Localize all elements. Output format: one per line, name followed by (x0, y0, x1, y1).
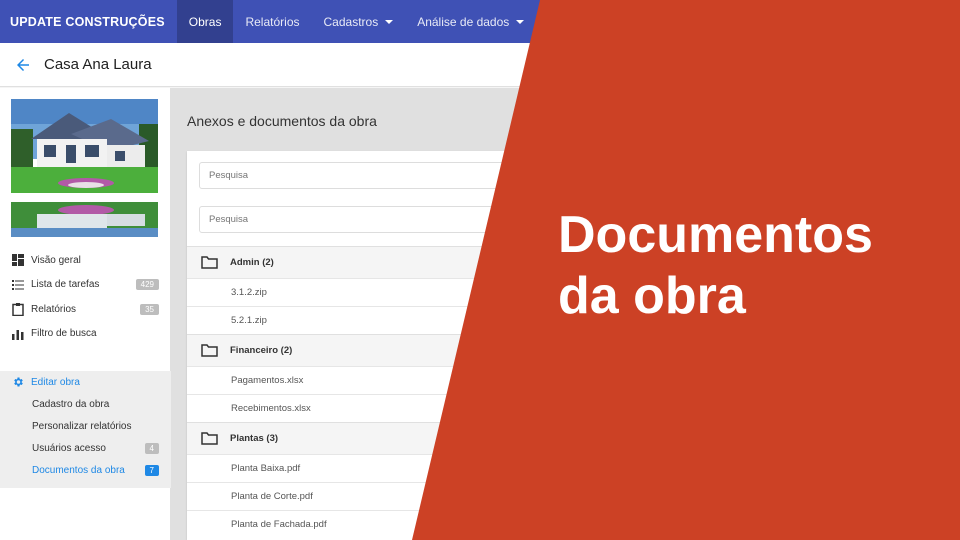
sidebar-item-filtro-de-busca[interactable]: Filtro de busca (0, 322, 171, 347)
sidebar-subitem-label: Personalizar relatórios (32, 420, 132, 432)
gear-icon (11, 376, 24, 389)
nav-cadastros-label: Cadastros (323, 14, 379, 29)
banner-title: Documentos da obra (558, 205, 938, 327)
section-title: Anexos e documentos da obra (187, 113, 377, 129)
sidebar-item-editar-obra[interactable]: Editar obra (0, 371, 171, 393)
top-navbar: UPDATE CONSTRUÇÕES Obras Relatórios Cada… (0, 0, 960, 43)
count-badge: 429 (135, 279, 159, 291)
nav-cadastros[interactable]: Cadastros (312, 0, 406, 43)
sidebar-subitem-label: Cadastro da obra (32, 398, 110, 410)
sidebar-item-label: Visão geral (31, 254, 81, 266)
file-row[interactable]: Pagamentos.xlsx (187, 366, 747, 394)
house-photo-reflection (11, 202, 158, 237)
sidebar-subitem-label: Usuários acesso (32, 442, 106, 454)
file-name: Planta de Corte.pdf (231, 491, 313, 502)
file-name: Planta de Fachada.pdf (231, 519, 327, 530)
nav-analise-label: Análise de dados (417, 14, 510, 29)
folder-row[interactable]: Plantas (3) (187, 422, 747, 454)
file-row[interactable]: Recebimentos.xlsx (187, 394, 747, 422)
search-input[interactable] (199, 162, 739, 189)
clipboard-icon (11, 302, 24, 316)
folder-icon (201, 256, 218, 269)
count-badge: 7 (144, 464, 159, 476)
folder-icon (201, 344, 218, 357)
sidebar-item-usuarios-acesso[interactable]: Usuários acesso 4 (0, 437, 171, 459)
banner-title-line1: Documentos (558, 206, 873, 264)
folder-row[interactable]: Financeiro (2) (187, 334, 747, 366)
folder-icon (201, 432, 218, 445)
sidebar-item-relatorios[interactable]: Relatórios 35 (0, 297, 171, 322)
sidebar-item-personalizar-relatorios[interactable]: Personalizar relatórios (0, 415, 171, 437)
sidebar-item-label: Lista de tarefas (31, 279, 100, 291)
file-name: 3.1.2.zip (231, 287, 267, 298)
file-row[interactable]: Planta de Fachada.pdf (187, 510, 747, 538)
sidebar-item-cadastro-da-obra[interactable]: Cadastro da obra (0, 393, 171, 415)
arrow-left-icon[interactable] (14, 55, 34, 75)
page-title: Casa Ana Laura (44, 56, 152, 73)
brand-logo[interactable]: UPDATE CONSTRUÇÕES (0, 0, 177, 43)
folder-name: Admin (2) (230, 257, 274, 268)
list-icon (11, 278, 24, 291)
page-header: Casa Ana Laura (0, 43, 960, 87)
bar-chart-icon (11, 327, 24, 340)
editar-obra-label: Editar obra (31, 376, 80, 388)
count-badge: 35 (140, 303, 159, 315)
file-name: Pagamentos.xlsx (231, 375, 304, 386)
file-name: Recebimentos.xlsx (231, 403, 311, 414)
file-name: Planta Baixa.pdf (231, 463, 301, 474)
sidebar-item-documentos-da-obra[interactable]: Documentos da obra 7 (0, 459, 171, 481)
nav-obras-label: Obras (188, 14, 222, 29)
sidebar-nav: Visão geral Lista de tarefas 429 Relatór… (0, 248, 171, 346)
sidebar-item-visao-geral[interactable]: Visão geral (0, 248, 171, 273)
caret-down-icon (385, 19, 394, 24)
sidebar-item-label: Relatórios (31, 303, 77, 315)
nav-relatorios-label: Relatórios (245, 14, 300, 29)
nav-obras[interactable]: Obras (176, 0, 234, 43)
folder-name: Plantas (3) (230, 433, 279, 444)
file-row[interactable]: Planta de Corte.pdf (187, 482, 747, 510)
nav-relatorios[interactable]: Relatórios (233, 0, 311, 43)
edit-obra-panel: Editar obra Cadastro da obra Personaliza… (0, 371, 171, 488)
caret-down-icon (516, 19, 525, 24)
file-name: 5.2.1.zip (231, 315, 267, 326)
file-row[interactable]: Planta Baixa.pdf (187, 454, 747, 482)
sidebar-item-label: Filtro de busca (31, 328, 97, 340)
count-badge: 4 (144, 442, 159, 454)
banner-title-line2: da obra (558, 267, 746, 325)
sidebar-item-lista-de-tarefas[interactable]: Lista de tarefas 429 (0, 273, 171, 298)
nav-analise-de-dados[interactable]: Análise de dados (405, 0, 536, 43)
house-photo (11, 99, 158, 193)
folder-name: Financeiro (2) (230, 345, 293, 356)
sidebar-subitem-label: Documentos da obra (32, 464, 125, 476)
dashboard-icon (11, 254, 24, 267)
